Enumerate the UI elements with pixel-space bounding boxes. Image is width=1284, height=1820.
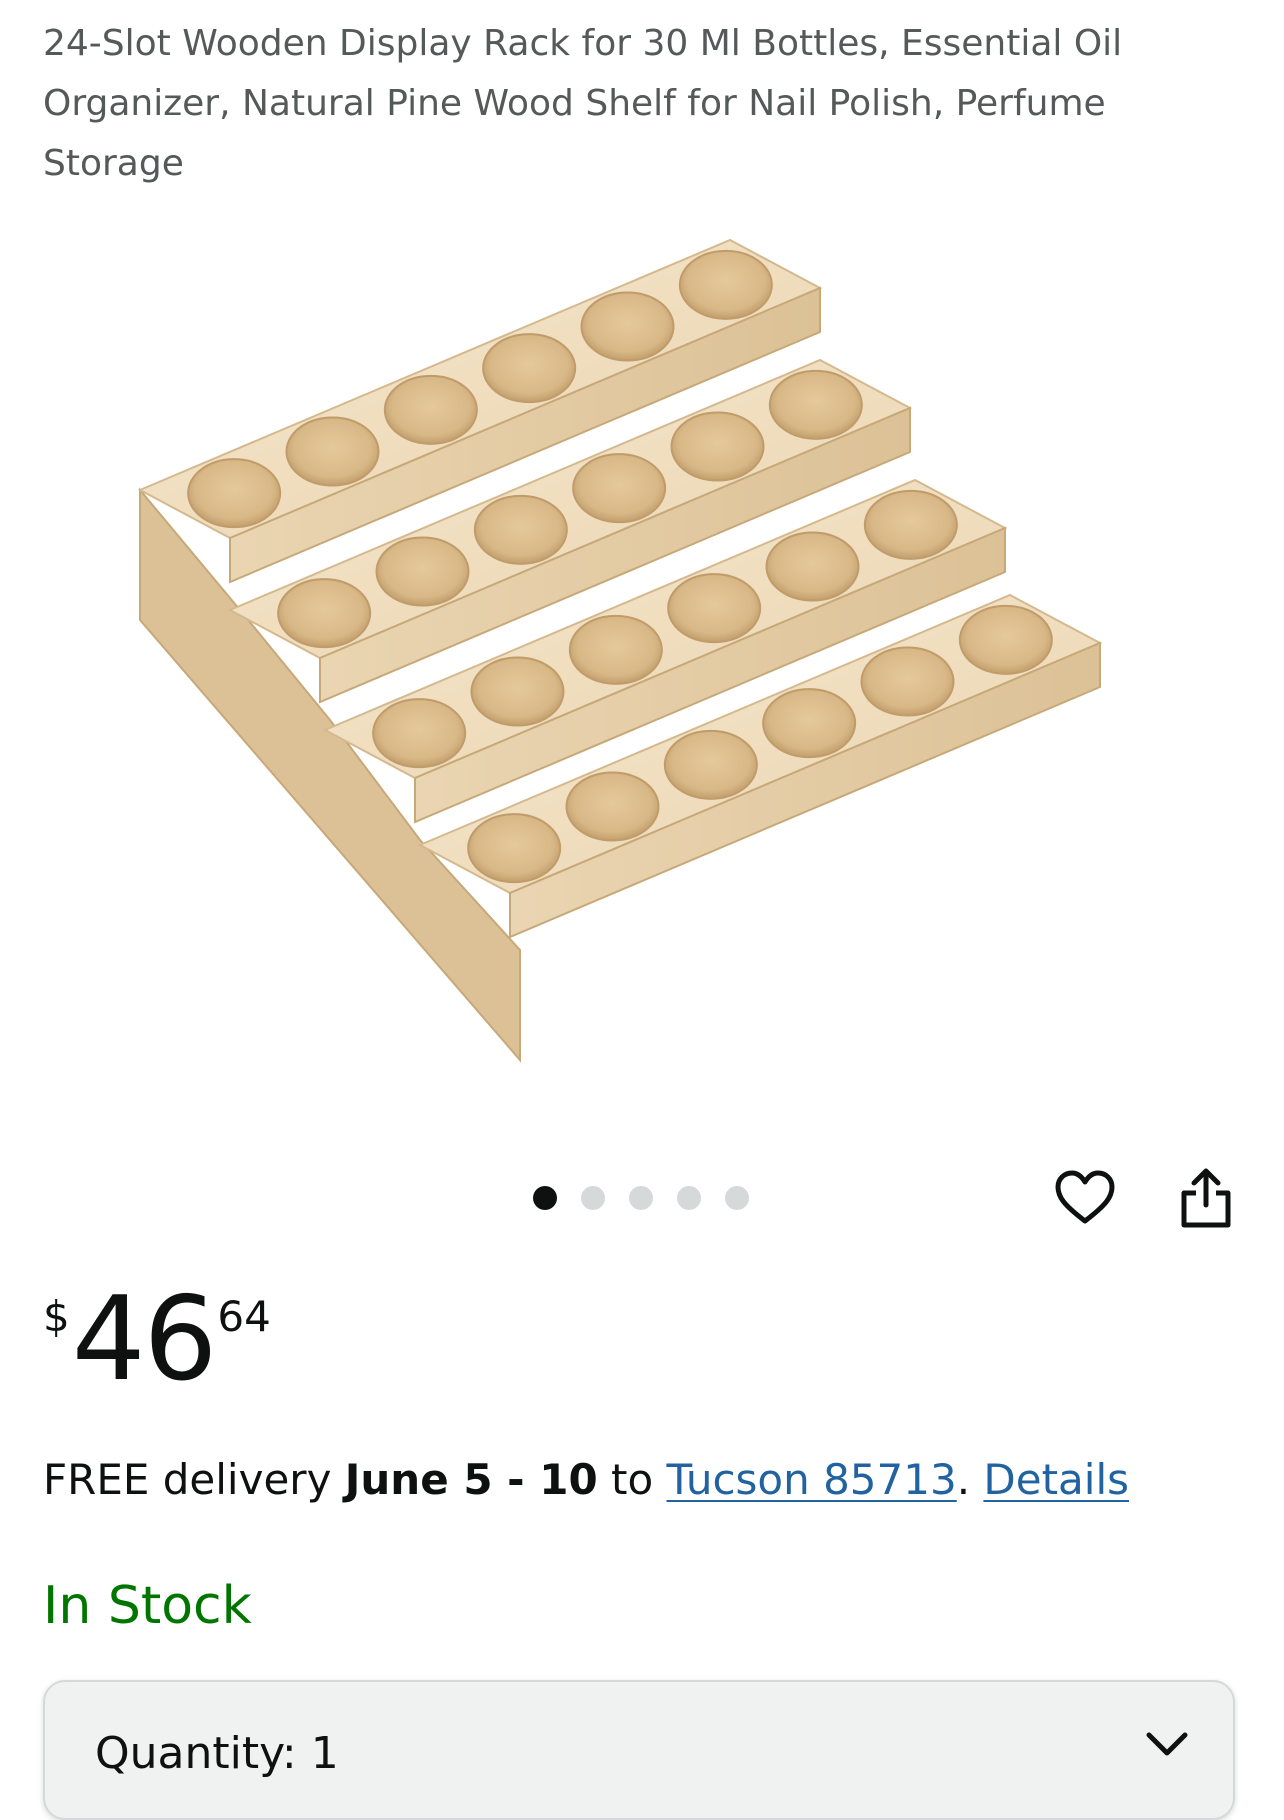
carousel-dot[interactable] bbox=[629, 1186, 653, 1210]
carousel-dot[interactable] bbox=[581, 1186, 605, 1210]
product-image[interactable] bbox=[100, 190, 1180, 1090]
rack-slot bbox=[467, 813, 562, 884]
rack-slot bbox=[667, 573, 762, 644]
heart-icon bbox=[1055, 1170, 1115, 1224]
rack-slot bbox=[482, 333, 577, 404]
rack-slot bbox=[383, 374, 478, 445]
quantity-label: Quantity: 1 bbox=[95, 1726, 339, 1782]
delivery-details-link[interactable]: Details bbox=[983, 1455, 1129, 1504]
rack-slot bbox=[670, 411, 765, 482]
rack-slot bbox=[863, 489, 958, 560]
delivery-message: FREE delivery June 5 - 10 to Tucson 8571… bbox=[43, 1452, 1129, 1508]
rack-slot bbox=[860, 646, 955, 717]
rack-slot bbox=[762, 688, 857, 759]
price-currency: $ bbox=[43, 1292, 70, 1341]
rack-slot bbox=[765, 531, 860, 602]
price: $ 46 64 bbox=[43, 1280, 271, 1400]
delivery-dates: June 5 - 10 bbox=[344, 1455, 598, 1504]
share-icon bbox=[1181, 1168, 1231, 1228]
quantity-value: 1 bbox=[310, 1728, 339, 1779]
carousel-dot[interactable] bbox=[725, 1186, 749, 1210]
price-whole: 46 bbox=[71, 1272, 218, 1407]
wishlist-button[interactable] bbox=[1047, 1160, 1123, 1236]
delivery-period: . bbox=[956, 1455, 984, 1504]
product-title: 24-Slot Wooden Display Rack for 30 Ml Bo… bbox=[43, 23, 1123, 184]
rack-slot bbox=[565, 771, 660, 842]
rack-slot bbox=[678, 249, 773, 320]
carousel-dot[interactable] bbox=[533, 1186, 557, 1210]
price-fraction: 64 bbox=[217, 1292, 271, 1341]
delivery-location-link[interactable]: Tucson 85713 bbox=[667, 1455, 957, 1504]
rack-slot bbox=[768, 369, 863, 440]
rack-slot bbox=[277, 578, 372, 649]
delivery-to: to bbox=[597, 1455, 667, 1504]
image-carousel-dots bbox=[533, 1186, 749, 1210]
rack-slot bbox=[470, 656, 565, 727]
rack-slot bbox=[568, 614, 663, 685]
carousel-dot[interactable] bbox=[677, 1186, 701, 1210]
availability-status: In Stock bbox=[43, 1576, 252, 1636]
delivery-prefix: FREE delivery bbox=[43, 1455, 345, 1504]
rack-slot bbox=[375, 536, 470, 607]
rack-slot bbox=[572, 453, 667, 524]
rack-slot bbox=[187, 458, 282, 529]
rack-slot bbox=[372, 698, 467, 769]
rack-slot bbox=[285, 416, 380, 487]
rack-slot bbox=[473, 494, 568, 565]
rack-slot bbox=[958, 604, 1053, 675]
rack-slot bbox=[663, 729, 758, 800]
quantity-dropdown[interactable]: Quantity: 1 bbox=[43, 1680, 1235, 1820]
rack-slot bbox=[580, 291, 675, 362]
chevron-down-icon bbox=[1146, 1732, 1188, 1756]
share-button[interactable] bbox=[1168, 1160, 1244, 1236]
quantity-label-text: Quantity: bbox=[95, 1728, 297, 1779]
